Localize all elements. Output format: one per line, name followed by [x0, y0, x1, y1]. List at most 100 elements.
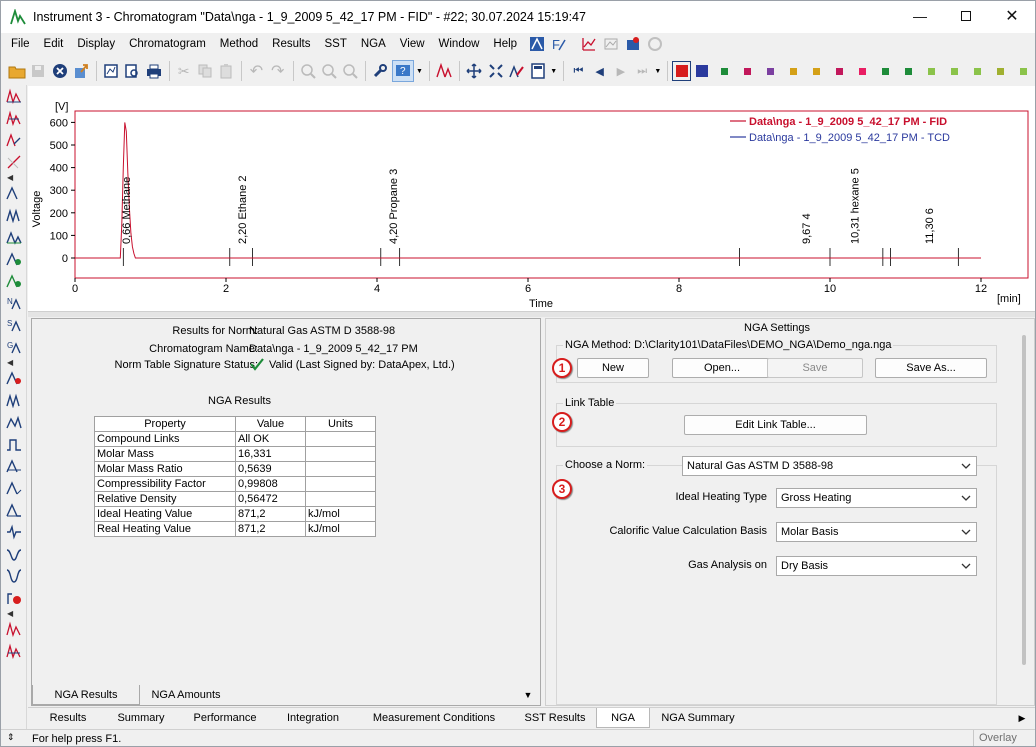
settings-scrollbar[interactable]	[1022, 335, 1026, 665]
settings-button[interactable]	[370, 60, 390, 82]
graph-icon[interactable]	[580, 36, 598, 52]
left-toolbar-collapse[interactable]: ◀	[1, 358, 26, 367]
last-chromatogram-button[interactable]: ⏭	[632, 60, 652, 82]
left-tool-peak-8[interactable]	[3, 248, 25, 270]
undo-button[interactable]: ↶	[246, 60, 266, 82]
zoom-in-button[interactable]	[298, 60, 318, 82]
help-dropdown-button[interactable]: ▼	[415, 60, 424, 82]
edit-link-table-button[interactable]: Edit Link Table...	[684, 415, 867, 435]
export-button[interactable]	[71, 60, 91, 82]
tab-performance[interactable]: Performance	[180, 708, 270, 728]
save-as-method-button[interactable]: Save As...	[875, 358, 987, 378]
paste-button[interactable]	[216, 60, 236, 82]
tab-sst-results[interactable]: SST Results	[514, 708, 596, 728]
menu-chromatogram[interactable]: Chromatogram	[122, 33, 213, 55]
trace-color-dot-4[interactable]	[790, 67, 798, 75]
trace-color-dot-5[interactable]	[813, 67, 821, 75]
close-file-button[interactable]	[50, 60, 70, 82]
menu-method[interactable]: Method	[213, 33, 265, 55]
maximize-button[interactable]	[943, 1, 989, 31]
left-tool-peak-10[interactable]: N	[3, 292, 25, 314]
subtab-nga-results[interactable]: NGA Results	[32, 685, 140, 705]
zoom-reset-button[interactable]	[340, 60, 360, 82]
tabs-scroll-right-button[interactable]: ▶	[1014, 708, 1030, 728]
open-method-button[interactable]: Open...	[672, 358, 772, 378]
left-tool-peak-20[interactable]	[3, 543, 25, 565]
left-tool-peak-17[interactable]	[3, 477, 25, 499]
left-tool-peak-12[interactable]: G	[3, 336, 25, 358]
calibration-icon[interactable]: F	[550, 36, 568, 52]
print-preview-graph-button[interactable]	[101, 60, 121, 82]
trace-color-dot-12[interactable]	[974, 67, 982, 75]
gas-analysis-select[interactable]: Dry Basis	[776, 556, 977, 576]
baseline-button[interactable]	[507, 60, 527, 82]
calorific-basis-select[interactable]: Molar Basis	[776, 522, 977, 542]
navigation-dropdown-button[interactable]: ▼	[653, 60, 662, 82]
statusbar-toggle-icon[interactable]: ⇕	[7, 732, 15, 743]
left-tool-peak-4[interactable]	[3, 151, 25, 173]
tab-measurement-conditions[interactable]: Measurement Conditions	[356, 708, 512, 728]
tab-nga-summary[interactable]: NGA Summary	[652, 708, 744, 728]
cut-button[interactable]: ✂	[174, 60, 194, 82]
trace-color-dot-8[interactable]	[882, 67, 890, 75]
left-tool-peak-22[interactable]	[3, 618, 25, 640]
trace-color-dot-3[interactable]	[767, 67, 775, 75]
tab-integration[interactable]: Integration	[272, 708, 354, 728]
left-tool-peak-16[interactable]	[3, 455, 25, 477]
left-tool-peak-5[interactable]	[3, 182, 25, 204]
left-tool-peak-15[interactable]	[3, 433, 25, 455]
first-chromatogram-button[interactable]: ⏮	[568, 60, 588, 82]
tab-summary[interactable]: Summary	[104, 708, 178, 728]
left-tool-delete-peak[interactable]	[3, 367, 25, 389]
trace-color-dot-6[interactable]	[836, 67, 844, 75]
overlay-graph-icon[interactable]	[602, 36, 620, 52]
zoom-out-button[interactable]	[319, 60, 339, 82]
tab-nga[interactable]: NGA	[596, 708, 650, 728]
tab-results[interactable]: Results	[34, 708, 102, 728]
left-tool-peak-19[interactable]	[3, 521, 25, 543]
graph-results-splitter[interactable]	[28, 311, 1035, 317]
menu-help[interactable]: Help	[486, 33, 524, 55]
trace-color-blue-button[interactable]	[692, 60, 712, 82]
menu-display[interactable]: Display	[70, 33, 122, 55]
method-icon[interactable]	[528, 36, 546, 52]
minimize-button[interactable]: —	[897, 1, 943, 31]
help-mode-button[interactable]: ?	[391, 60, 414, 82]
menu-window[interactable]: Window	[432, 33, 487, 55]
left-tool-peak-7[interactable]	[3, 226, 25, 248]
copy-button[interactable]	[195, 60, 215, 82]
left-tool-peak-3[interactable]	[3, 129, 25, 151]
subtabs-dropdown-button[interactable]: ▼	[520, 685, 536, 705]
left-toolbar-collapse[interactable]: ◀	[1, 609, 26, 618]
trace-color-dot-11[interactable]	[951, 67, 959, 75]
trace-color-dot-7[interactable]	[859, 67, 867, 75]
subtab-nga-amounts[interactable]: NGA Amounts	[140, 685, 232, 705]
redo-button[interactable]: ↷	[268, 60, 288, 82]
previous-chromatogram-button[interactable]: ◀	[590, 60, 610, 82]
left-tool-peak-9[interactable]	[3, 270, 25, 292]
print-preview-button[interactable]	[122, 60, 142, 82]
left-tool-delete-peak-2[interactable]	[3, 587, 25, 609]
trace-color-dot-9[interactable]	[905, 67, 913, 75]
print-button[interactable]	[143, 60, 163, 82]
next-chromatogram-button[interactable]: ▶	[611, 60, 631, 82]
ideal-heating-type-select[interactable]: Gross Heating	[776, 488, 977, 508]
left-tool-peak-23[interactable]	[3, 640, 25, 662]
left-tool-peak-13[interactable]	[3, 389, 25, 411]
menu-nga[interactable]: NGA	[354, 33, 393, 55]
save-method-button[interactable]: Save	[767, 358, 863, 378]
chromatogram-graph[interactable]: [V] Voltage Time [min] 0 100 200 300 400 500 6…	[28, 86, 1035, 311]
fit-button[interactable]	[485, 60, 505, 82]
left-tool-peak-1[interactable]	[3, 85, 25, 107]
menu-file[interactable]: File	[1, 33, 37, 55]
left-tool-peak-21[interactable]	[3, 565, 25, 587]
menu-edit[interactable]: Edit	[37, 33, 71, 55]
trace-color-dot-13[interactable]	[997, 67, 1005, 75]
close-button[interactable]: ✕	[989, 1, 1035, 31]
new-method-button[interactable]: New	[577, 358, 649, 378]
left-tool-peak-18[interactable]	[3, 499, 25, 521]
left-tool-peak-11[interactable]: S	[3, 314, 25, 336]
calculator-dropdown-button[interactable]: ▼	[549, 60, 558, 82]
move-button[interactable]	[464, 60, 484, 82]
trace-color-dot-10[interactable]	[928, 67, 936, 75]
